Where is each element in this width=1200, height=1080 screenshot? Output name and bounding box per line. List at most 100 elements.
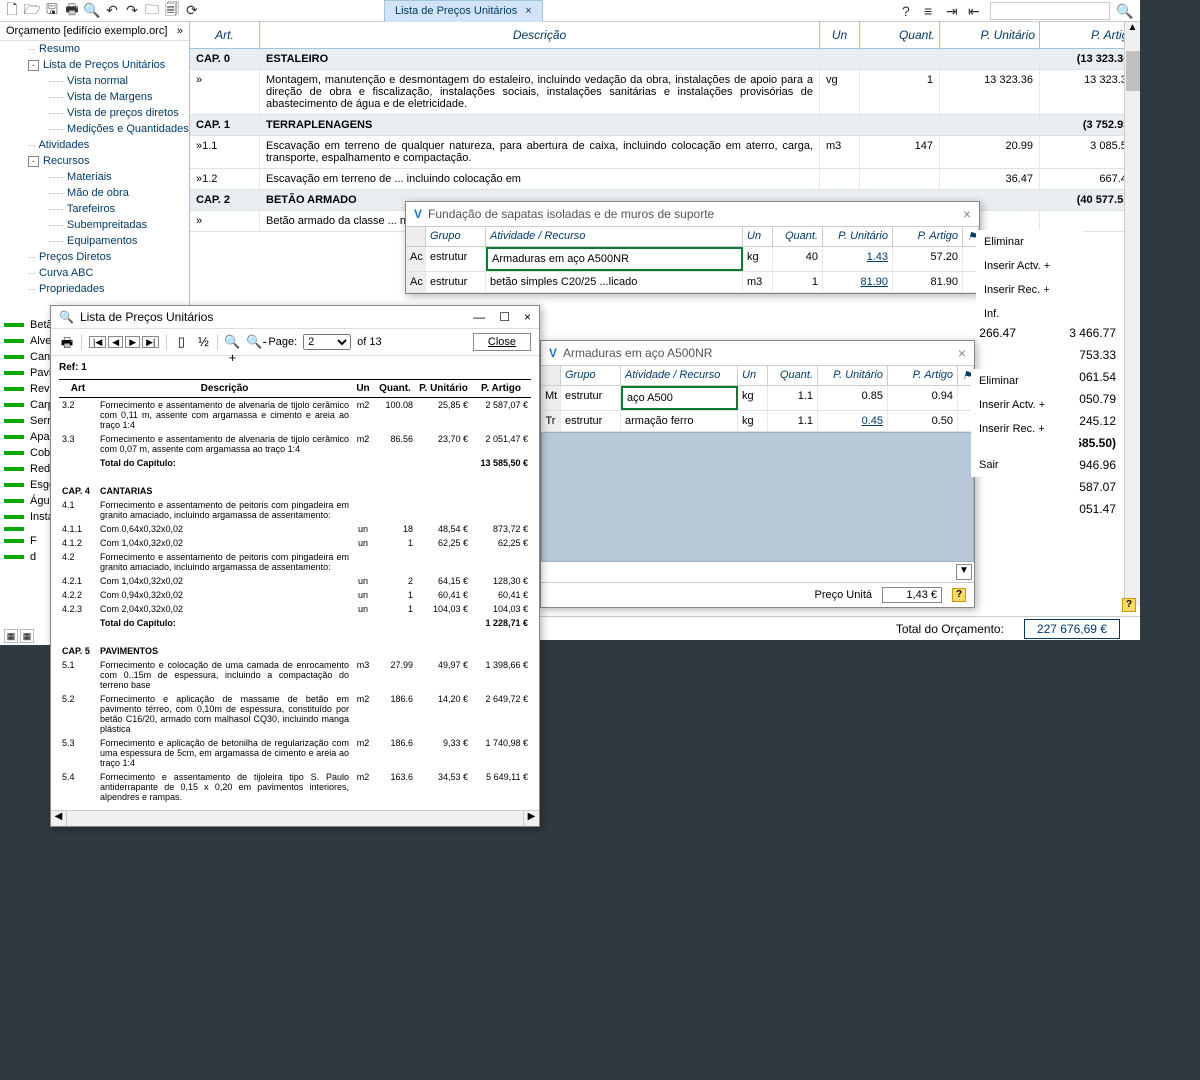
tab-lista-precos[interactable]: Lista de Preços Unitários × — [384, 0, 543, 22]
nav-icon[interactable]: ▶ — [125, 336, 140, 348]
tree-item[interactable]: ⋯⋯ Vista de preços diretos — [0, 105, 189, 121]
menu-item[interactable]: Eliminar — [971, 369, 1079, 393]
col-un[interactable]: Un — [743, 227, 773, 246]
single-page-icon[interactable]: ▯ — [173, 334, 189, 350]
menu-item[interactable]: Sair — [971, 453, 1079, 477]
help-icon[interactable]: ? — [952, 588, 966, 602]
toolbar-icon[interactable]: ⟳ — [184, 3, 200, 19]
col-pu[interactable]: P. Unitário — [818, 366, 888, 385]
tree-item[interactable]: ⋯⋯ Mão de obra — [0, 185, 189, 201]
tree-item[interactable]: ⋯ Propriedades — [0, 281, 189, 297]
col-atividade[interactable]: Atividade / Recurso — [486, 227, 743, 246]
col-grupo[interactable]: Grupo — [561, 366, 621, 385]
maximize-icon[interactable]: ☐ — [499, 310, 510, 324]
tree-item[interactable]: -Recursos — [0, 153, 189, 169]
col-atividade[interactable]: Atividade / Recurso — [621, 366, 738, 385]
sub-row[interactable]: Trestruturarmação ferrokg1.10.450.50 — [541, 411, 974, 432]
page-label: Page: — [268, 336, 297, 348]
table-row[interactable]: »1.2Escavação em terreno de ... incluind… — [190, 169, 1140, 190]
toolbar-icon[interactable]: 🗋 — [4, 3, 20, 19]
close-button[interactable]: Close — [473, 333, 531, 351]
tree-item[interactable]: ⋯⋯ Equipamentos — [0, 233, 189, 249]
close-icon[interactable]: × — [524, 310, 531, 324]
toolbar-icon[interactable]: 🗐 — [164, 3, 180, 19]
col-header-desc[interactable]: Descrição — [260, 22, 820, 48]
zoom-in-icon[interactable]: 🔍+ — [224, 334, 240, 350]
tree-item[interactable]: ⋯⋯ Vista de Margens — [0, 89, 189, 105]
col-pu[interactable]: P. Unitário — [823, 227, 893, 246]
toolbar-icon[interactable]: 🖶 — [64, 3, 80, 19]
tree-item[interactable]: ⋯⋯ Subempreitadas — [0, 217, 189, 233]
menu-item[interactable]: Inf. — [976, 302, 1084, 326]
print-preview-window: 🔍 Lista de Preços Unitários — ☐ × 🖶 |◀◀▶… — [50, 305, 540, 827]
empty-area — [541, 432, 974, 562]
nav-icon[interactable]: ◀ — [108, 336, 123, 348]
zoom-out-icon[interactable]: 🔍- — [246, 334, 262, 350]
col-header-quant[interactable]: Quant. — [860, 22, 940, 48]
help-icon[interactable]: ? — [1122, 598, 1136, 612]
menu-item[interactable]: Inserir Actv. + — [971, 393, 1079, 417]
preview-title: Lista de Preços Unitários — [80, 310, 213, 324]
menu-item[interactable]: Eliminar — [976, 230, 1084, 254]
menu-item[interactable]: Inserir Rec. + — [976, 278, 1084, 302]
toolbar-icon[interactable]: ↷ — [124, 3, 140, 19]
preview-toolbar: 🖶 |◀◀▶▶| ▯ ½ 🔍+ 🔍- Page: 2 of 13 Close — [51, 328, 539, 356]
grid-icon[interactable]: ▦ — [4, 629, 18, 643]
preco-unitario-input[interactable] — [882, 587, 942, 603]
col-quant[interactable]: Quant. — [773, 227, 823, 246]
toolbar-icon[interactable]: 🗁 — [24, 3, 40, 19]
tree-item[interactable]: ⋯⋯ Vista normal — [0, 73, 189, 89]
col-header-art[interactable]: Art. — [190, 22, 260, 48]
tree-item[interactable]: ⋯ Atividades — [0, 137, 189, 153]
col-pa[interactable]: P. Artigo — [893, 227, 963, 246]
scroll-down-icon[interactable]: ▼ — [956, 564, 972, 580]
toolbar-icon[interactable]: 🖫 — [44, 3, 60, 19]
page-select[interactable]: 2 — [303, 334, 351, 350]
close-icon[interactable]: × — [963, 206, 971, 222]
dual-page-icon[interactable]: ½ — [195, 334, 211, 350]
toolbar-icon[interactable]: ↶ — [104, 3, 120, 19]
table-row[interactable]: »Montagem, manutenção e desmontagem do e… — [190, 70, 1140, 115]
menu-item[interactable]: Inserir Rec. + — [971, 417, 1079, 441]
print-icon[interactable]: 🖶 — [59, 334, 75, 350]
preview-row: 4.2.3Com 2,04x0,32x0,02un1104,03 €104,03… — [59, 602, 531, 616]
col-un[interactable]: Un — [738, 366, 768, 385]
tree-item[interactable]: ⋯ Resumo — [0, 41, 189, 57]
nav-icon[interactable]: ▶| — [142, 336, 159, 348]
tree-item[interactable]: ⋯⋯ Tarefeiros — [0, 201, 189, 217]
toolbar-icon[interactable]: 🗀 — [144, 3, 160, 19]
tree-item[interactable]: ⋯ Preços Diretos — [0, 249, 189, 265]
table-row[interactable]: CAP. 1TERRAPLENAGENS(3 752.93) — [190, 115, 1140, 136]
sub-row[interactable]: Acestruturbetão simples C20/25 ...licado… — [406, 272, 979, 293]
horizontal-scrollbar[interactable]: ◀▶ — [51, 810, 539, 826]
sub-row[interactable]: Mtestruturaço A500kg1.10.850.94 — [541, 386, 974, 411]
grid-icon-2[interactable]: ▦ — [20, 629, 34, 643]
close-icon[interactable]: × — [525, 5, 531, 17]
col-header-un[interactable]: Un — [820, 22, 860, 48]
toolbar-icon[interactable]: 🔍 — [84, 3, 100, 19]
tree-item[interactable]: ⋯⋯ Medições e Quantidades — [0, 121, 189, 137]
minimize-icon[interactable]: — — [473, 310, 485, 324]
tree-item[interactable]: ⋯⋯ Materiais — [0, 169, 189, 185]
table-row[interactable]: CAP. 0ESTALEIRO(13 323.36) — [190, 49, 1140, 70]
col-quant[interactable]: Quant. — [768, 366, 818, 385]
toolbar-right-icon[interactable]: ? — [902, 3, 918, 19]
vertical-scrollbar[interactable]: ▲ — [1124, 22, 1140, 607]
menu-item[interactable] — [971, 441, 1079, 453]
tree-item[interactable]: ⋯ Curva ABC — [0, 265, 189, 281]
search-input[interactable] — [990, 2, 1110, 20]
col-grupo[interactable]: Grupo — [426, 227, 486, 246]
tree-collapse-icon[interactable]: » — [177, 25, 183, 37]
table-row[interactable]: »1.1Escavação em terreno de qualquer nat… — [190, 136, 1140, 169]
nav-icon[interactable]: |◀ — [89, 336, 106, 348]
tree-item[interactable]: -Lista de Preços Unitários — [0, 57, 189, 73]
close-icon[interactable]: × — [958, 345, 966, 361]
col-header-pu[interactable]: P. Unitário — [940, 22, 1040, 48]
toolbar-right-icon[interactable]: ⇤ — [968, 3, 984, 19]
search-icon[interactable]: 🔍 — [1116, 3, 1132, 19]
col-pa[interactable]: P. Artigo — [888, 366, 958, 385]
sub-row[interactable]: AcestruturArmaduras em aço A500NRkg401.4… — [406, 247, 979, 272]
toolbar-right-icon[interactable]: ≡ — [924, 3, 940, 19]
toolbar-right-icon[interactable]: ⇥ — [946, 3, 962, 19]
menu-item[interactable]: Inserir Actv. + — [976, 254, 1084, 278]
